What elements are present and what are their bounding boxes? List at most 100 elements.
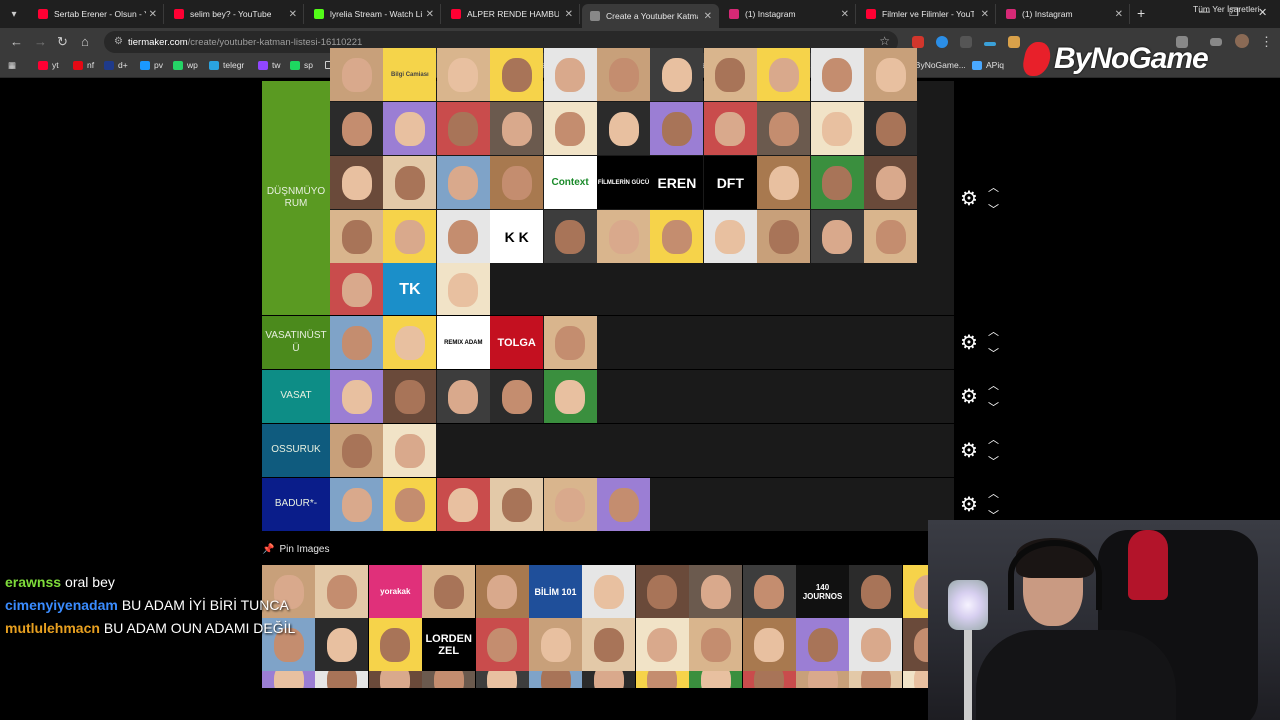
- bookmark-star-icon[interactable]: ☆: [879, 34, 890, 48]
- pin-image-thumbnail[interactable]: [475, 565, 529, 618]
- bookmark-item[interactable]: wp: [173, 60, 198, 70]
- tier-thumbnail[interactable]: Bilgi Camiası: [383, 48, 437, 101]
- tier-thumbnail[interactable]: [330, 102, 383, 155]
- tier-thumbnail[interactable]: [490, 370, 544, 423]
- browser-tab[interactable]: ALPER RENDE HAMBURG ✕: [443, 4, 580, 24]
- bookmark-item[interactable]: APiq: [972, 60, 1004, 70]
- tier-thumbnail[interactable]: [757, 156, 811, 209]
- pin-image-thumbnail[interactable]: [635, 618, 689, 671]
- tier-thumbnail[interactable]: [650, 48, 704, 101]
- extension-line-icon[interactable]: [984, 42, 996, 46]
- tier-thumbnail[interactable]: [703, 102, 757, 155]
- tier-thumbnail[interactable]: [757, 102, 811, 155]
- tier-thumbnail[interactable]: [810, 48, 864, 101]
- tier-settings-gear-icon[interactable]: ⚙: [960, 330, 978, 355]
- tier-thumbnail[interactable]: TK: [383, 263, 437, 316]
- tier-thumbnail[interactable]: [597, 478, 650, 531]
- tab-close-icon[interactable]: ✕: [704, 11, 712, 22]
- extension-blue-icon[interactable]: [936, 36, 948, 48]
- tier-label[interactable]: VASAT: [262, 370, 330, 423]
- pin-image-thumbnail[interactable]: 140 JOURNOS: [796, 565, 849, 618]
- browser-tab[interactable]: selim bey? - YouTube ✕: [166, 4, 304, 24]
- tier-thumbnail[interactable]: [864, 48, 917, 101]
- tier-thumbnail[interactable]: [490, 102, 544, 155]
- tier-thumbnail[interactable]: [597, 48, 650, 101]
- tier-thumbnail[interactable]: [383, 156, 437, 209]
- tier-thumbnail[interactable]: DFT: [703, 156, 757, 209]
- tier-settings-gear-icon[interactable]: ⚙: [960, 384, 978, 409]
- tier-thumbnail[interactable]: [436, 210, 490, 263]
- tier-thumbnail[interactable]: [543, 370, 597, 423]
- bookmark-item[interactable]: pv: [140, 60, 163, 70]
- tier-thumbnail[interactable]: [543, 210, 597, 263]
- move-down-chevron-icon[interactable]: ﹀: [988, 201, 999, 217]
- pin-image-thumbnail[interactable]: [368, 671, 422, 688]
- browser-tab[interactable]: (1) Instagram ✕: [998, 4, 1130, 24]
- new-tab-icon[interactable]: +: [1137, 5, 1145, 21]
- tier-thumbnail[interactable]: TOLGA: [490, 316, 544, 369]
- pin-image-thumbnail[interactable]: [742, 565, 796, 618]
- bookmark-item[interactable]: yt: [38, 60, 59, 70]
- tier-thumbnail[interactable]: [330, 424, 383, 477]
- tier-thumbnail[interactable]: [650, 102, 704, 155]
- bookmark-item[interactable]: d+: [104, 60, 128, 70]
- pin-image-thumbnail[interactable]: yorakak: [368, 565, 422, 618]
- tier-label[interactable]: BADUR*-: [262, 478, 330, 531]
- tier-thumbnail[interactable]: [330, 263, 383, 316]
- move-up-chevron-icon[interactable]: ︿: [988, 179, 999, 195]
- tier-thumbnail[interactable]: [383, 210, 437, 263]
- tier-thumbnail[interactable]: FİLMLERİN GÜCÜ: [597, 156, 650, 209]
- pin-image-thumbnail[interactable]: [422, 565, 476, 618]
- move-up-chevron-icon[interactable]: ︿: [988, 485, 999, 501]
- tier-thumbnail[interactable]: [383, 102, 437, 155]
- tier-thumbnail[interactable]: [757, 210, 811, 263]
- reload-icon[interactable]: ↻: [57, 34, 68, 50]
- browser-tab[interactable]: lyrelia Stream - Watch Live ✕: [306, 4, 441, 24]
- apps-grid-icon[interactable]: ▦: [8, 60, 16, 71]
- tier-thumbnail[interactable]: [864, 102, 917, 155]
- tier-thumbnail[interactable]: [383, 370, 437, 423]
- pin-image-thumbnail[interactable]: [849, 618, 903, 671]
- move-down-chevron-icon[interactable]: ﹀: [988, 453, 999, 469]
- tab-close-icon[interactable]: ✕: [981, 9, 989, 20]
- pin-image-thumbnail[interactable]: [635, 671, 689, 688]
- move-up-chevron-icon[interactable]: ︿: [988, 431, 999, 447]
- pin-image-thumbnail[interactable]: [635, 565, 689, 618]
- tier-thumbnail[interactable]: [543, 316, 597, 369]
- pin-image-thumbnail[interactable]: LORDEN ZEL: [422, 618, 476, 671]
- pin-image-thumbnail[interactable]: [796, 618, 849, 671]
- forward-icon[interactable]: →: [34, 34, 47, 49]
- pin-image-thumbnail[interactable]: [315, 671, 369, 688]
- tier-thumbnail[interactable]: [490, 478, 544, 531]
- pin-image-thumbnail[interactable]: [315, 565, 369, 618]
- media-icon[interactable]: [1210, 38, 1222, 46]
- tab-search-icon[interactable]: ▾: [2, 0, 26, 28]
- tier-thumbnail[interactable]: REMIX ADAM: [436, 316, 490, 369]
- move-up-chevron-icon[interactable]: ︿: [988, 377, 999, 393]
- tier-thumbnail[interactable]: [383, 424, 437, 477]
- tier-thumbnail[interactable]: [436, 370, 490, 423]
- tier-thumbnail[interactable]: [597, 210, 650, 263]
- tier-thumbnail[interactable]: [383, 316, 437, 369]
- home-icon[interactable]: ⌂: [81, 34, 89, 49]
- browser-tab[interactable]: Sertab Erener - Olsun - Yo ✕: [30, 4, 164, 24]
- tier-thumbnail[interactable]: [436, 156, 490, 209]
- pin-image-thumbnail[interactable]: BİLİM 101: [529, 565, 582, 618]
- tier-thumbnail[interactable]: [703, 48, 757, 101]
- tier-thumbnail[interactable]: [810, 210, 864, 263]
- tier-thumbnail[interactable]: [330, 48, 383, 101]
- tier-thumbnail[interactable]: [436, 263, 490, 316]
- bookmark-item[interactable]: nf: [73, 60, 94, 70]
- tier-thumbnail[interactable]: [330, 478, 383, 531]
- tier-label[interactable]: VASATINÜSTÜ: [262, 316, 330, 369]
- tab-close-icon[interactable]: ✕: [149, 9, 157, 20]
- tier-thumbnail[interactable]: [650, 210, 704, 263]
- bookmark-item[interactable]: tw: [258, 60, 281, 70]
- tier-thumbnail[interactable]: [810, 156, 864, 209]
- tier-thumbnail[interactable]: [330, 316, 383, 369]
- tier-thumbnail[interactable]: [490, 48, 544, 101]
- pin-image-thumbnail[interactable]: [529, 671, 582, 688]
- bookmark-item[interactable]: telegr: [209, 60, 244, 70]
- pin-image-thumbnail[interactable]: [742, 671, 796, 688]
- tab-close-icon[interactable]: ✕: [426, 9, 434, 20]
